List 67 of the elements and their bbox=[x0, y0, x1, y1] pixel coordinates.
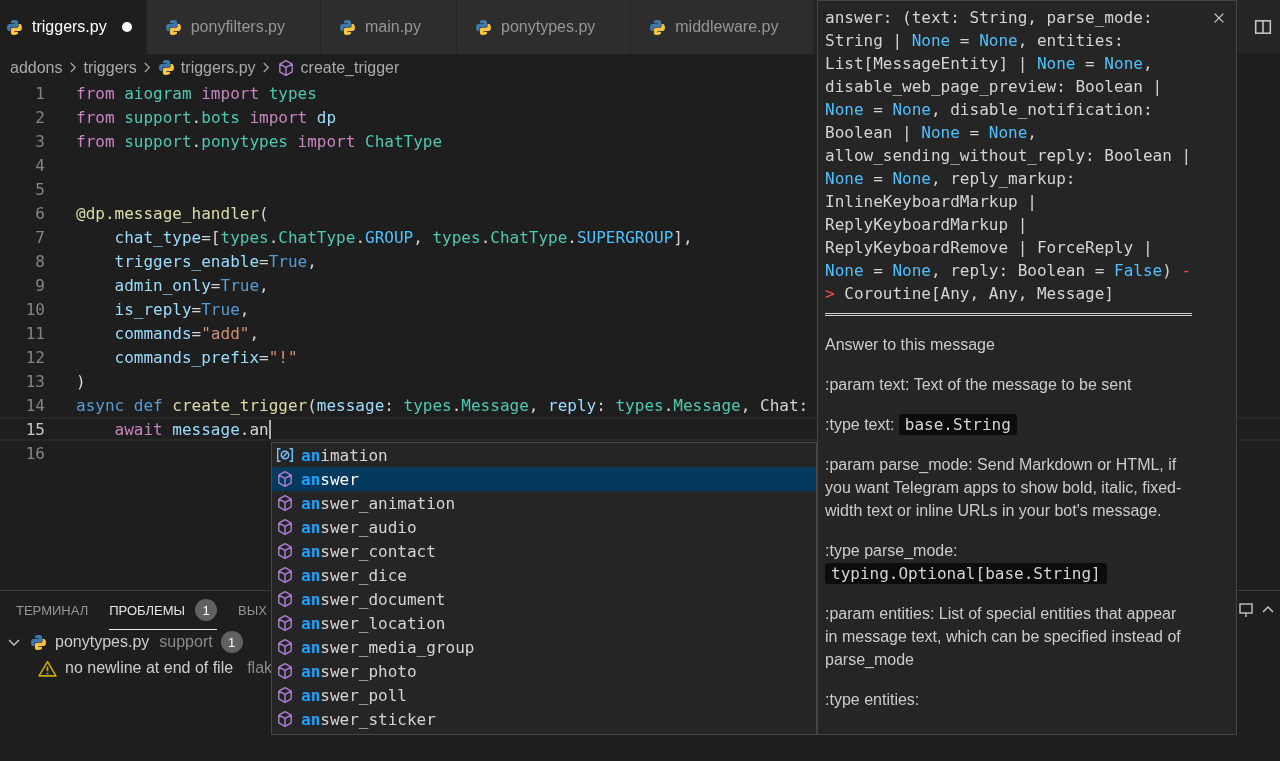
editor-tab[interactable]: triggers.py bbox=[0, 0, 147, 54]
doc-paragraph: :type text: base.String bbox=[825, 413, 1193, 436]
line-number: 7 bbox=[34, 227, 45, 247]
doc-paragraph: :param entities: List of special entities that appear in message text, which can be specified instead of parse_mode bbox=[825, 604, 1182, 670]
code-text: async def create_trigger(message: types.Message, reply: types.Message, Chat: bbox=[75, 395, 809, 415]
breadcrumb-item[interactable]: addons bbox=[10, 58, 63, 77]
line-number: 5 bbox=[34, 179, 45, 199]
editor-tab[interactable]: middleware.py bbox=[631, 0, 815, 54]
code-text: @dp.message_handler( bbox=[75, 203, 269, 223]
line-number: 12 bbox=[24, 347, 45, 367]
doc-paragraph: :param parse_mode: Send Markdown or HTML, if you want Telegram apps to show bold, italic, fixed-width text or inline URLs in your bot's message. bbox=[825, 455, 1183, 521]
suggestion-item[interactable]: answer_animation bbox=[272, 491, 816, 515]
suggestion-item[interactable]: answer_contact bbox=[272, 539, 816, 563]
suggestion-item[interactable]: answer_media_group bbox=[272, 635, 816, 659]
file-name[interactable]: ponytypes.py bbox=[55, 633, 150, 651]
suggestion-item[interactable]: answer bbox=[272, 467, 816, 491]
code-text: is_reply=True, bbox=[113, 299, 250, 319]
code-text: from aiogram import types bbox=[75, 83, 317, 103]
code-text: await message.an bbox=[113, 419, 271, 439]
breadcrumb-item[interactable]: triggers bbox=[83, 58, 137, 77]
problem-message[interactable]: no newline at end of file bbox=[65, 659, 234, 677]
suggestion-item[interactable]: answer_photo bbox=[272, 659, 816, 683]
suggestion-item[interactable]: animation bbox=[272, 443, 816, 467]
line-number: 3 bbox=[34, 131, 45, 151]
code-text: commands_prefix="!" bbox=[113, 347, 298, 367]
doc-paragraph: :type entities: bbox=[825, 690, 921, 710]
suggestion-item[interactable]: answer_location bbox=[272, 611, 816, 635]
code-text: from support.bots import dp bbox=[75, 107, 337, 127]
line-number: 8 bbox=[34, 251, 45, 271]
panel-tab[interactable]: ВЫХ bbox=[238, 593, 267, 627]
problem-source: flak bbox=[247, 659, 273, 677]
line-number: 16 bbox=[24, 443, 45, 463]
suggestion-item[interactable]: answer_poll bbox=[272, 683, 816, 707]
folder-name: support bbox=[159, 633, 213, 651]
code-text: triggers_enable=True, bbox=[113, 251, 317, 271]
line-number: 6 bbox=[34, 203, 45, 223]
suggestion-item[interactable]: answer_audio bbox=[272, 515, 816, 539]
code-text: commands="add", bbox=[113, 323, 260, 343]
breadcrumb-item[interactable]: create_trigger bbox=[276, 58, 400, 77]
suggestion-item[interactable]: answer_document bbox=[272, 587, 816, 611]
line-number: 15 bbox=[24, 419, 45, 439]
breadcrumb-item[interactable]: triggers.py bbox=[157, 58, 256, 77]
line-number: 13 bbox=[24, 371, 45, 391]
code-text: chat_type=[types.ChatType.GROUP, types.ChatType.SUPERGROUP], bbox=[113, 227, 693, 247]
editor-tab[interactable]: ponytypes.py bbox=[457, 0, 632, 54]
line-number: 11 bbox=[24, 323, 45, 343]
count-badge: 1 bbox=[220, 631, 243, 653]
panel-tab[interactable]: ТЕРМИНАЛ bbox=[16, 593, 89, 627]
line-number: 2 bbox=[34, 107, 45, 127]
doc-paragraph: :param text: Text of the message to be sent bbox=[825, 375, 1133, 395]
suggestion-item[interactable]: answer_dice bbox=[272, 563, 816, 587]
line-number: 9 bbox=[34, 275, 45, 295]
line-number: 1 bbox=[34, 83, 45, 103]
count-badge: 1 bbox=[195, 599, 218, 621]
code-text: admin_only=True, bbox=[113, 275, 269, 295]
suggestion-item[interactable]: answer_sticker bbox=[272, 707, 816, 731]
doc-paragraph: :type parse_mode: typing.Optional[base.String] bbox=[825, 539, 1193, 585]
line-number: 4 bbox=[34, 155, 45, 175]
method-signature: answer: (text: String, parse_mode: String | None = None, entities: List[MessageEntity] | None = None, disable_web_page_preview: Boolean | None = None, disable_notification: Boolean | None = None, allow_sending_without_reply: Boolean | None = None, reply_markup: InlineKeyboardMarkup | ReplyKeyboardMarkup | ReplyKeyboardRemove | ForceReply | None = None, reply: Boolean = False) - > Coroutine[Any, Any, Message] bbox=[825, 7, 1192, 305]
line-number: 10 bbox=[24, 299, 45, 319]
code-text: ) bbox=[75, 371, 86, 391]
panel-tab[interactable]: ПРОБЛЕМЫ 1 bbox=[109, 590, 218, 630]
line-number: 14 bbox=[24, 395, 45, 415]
doc-paragraph: Answer to this message bbox=[825, 335, 996, 355]
editor-tab[interactable]: ponyfilters.py bbox=[146, 0, 321, 54]
code-text: from support.ponytypes import ChatType bbox=[75, 131, 443, 151]
editor-tab[interactable]: main.py bbox=[320, 0, 457, 54]
